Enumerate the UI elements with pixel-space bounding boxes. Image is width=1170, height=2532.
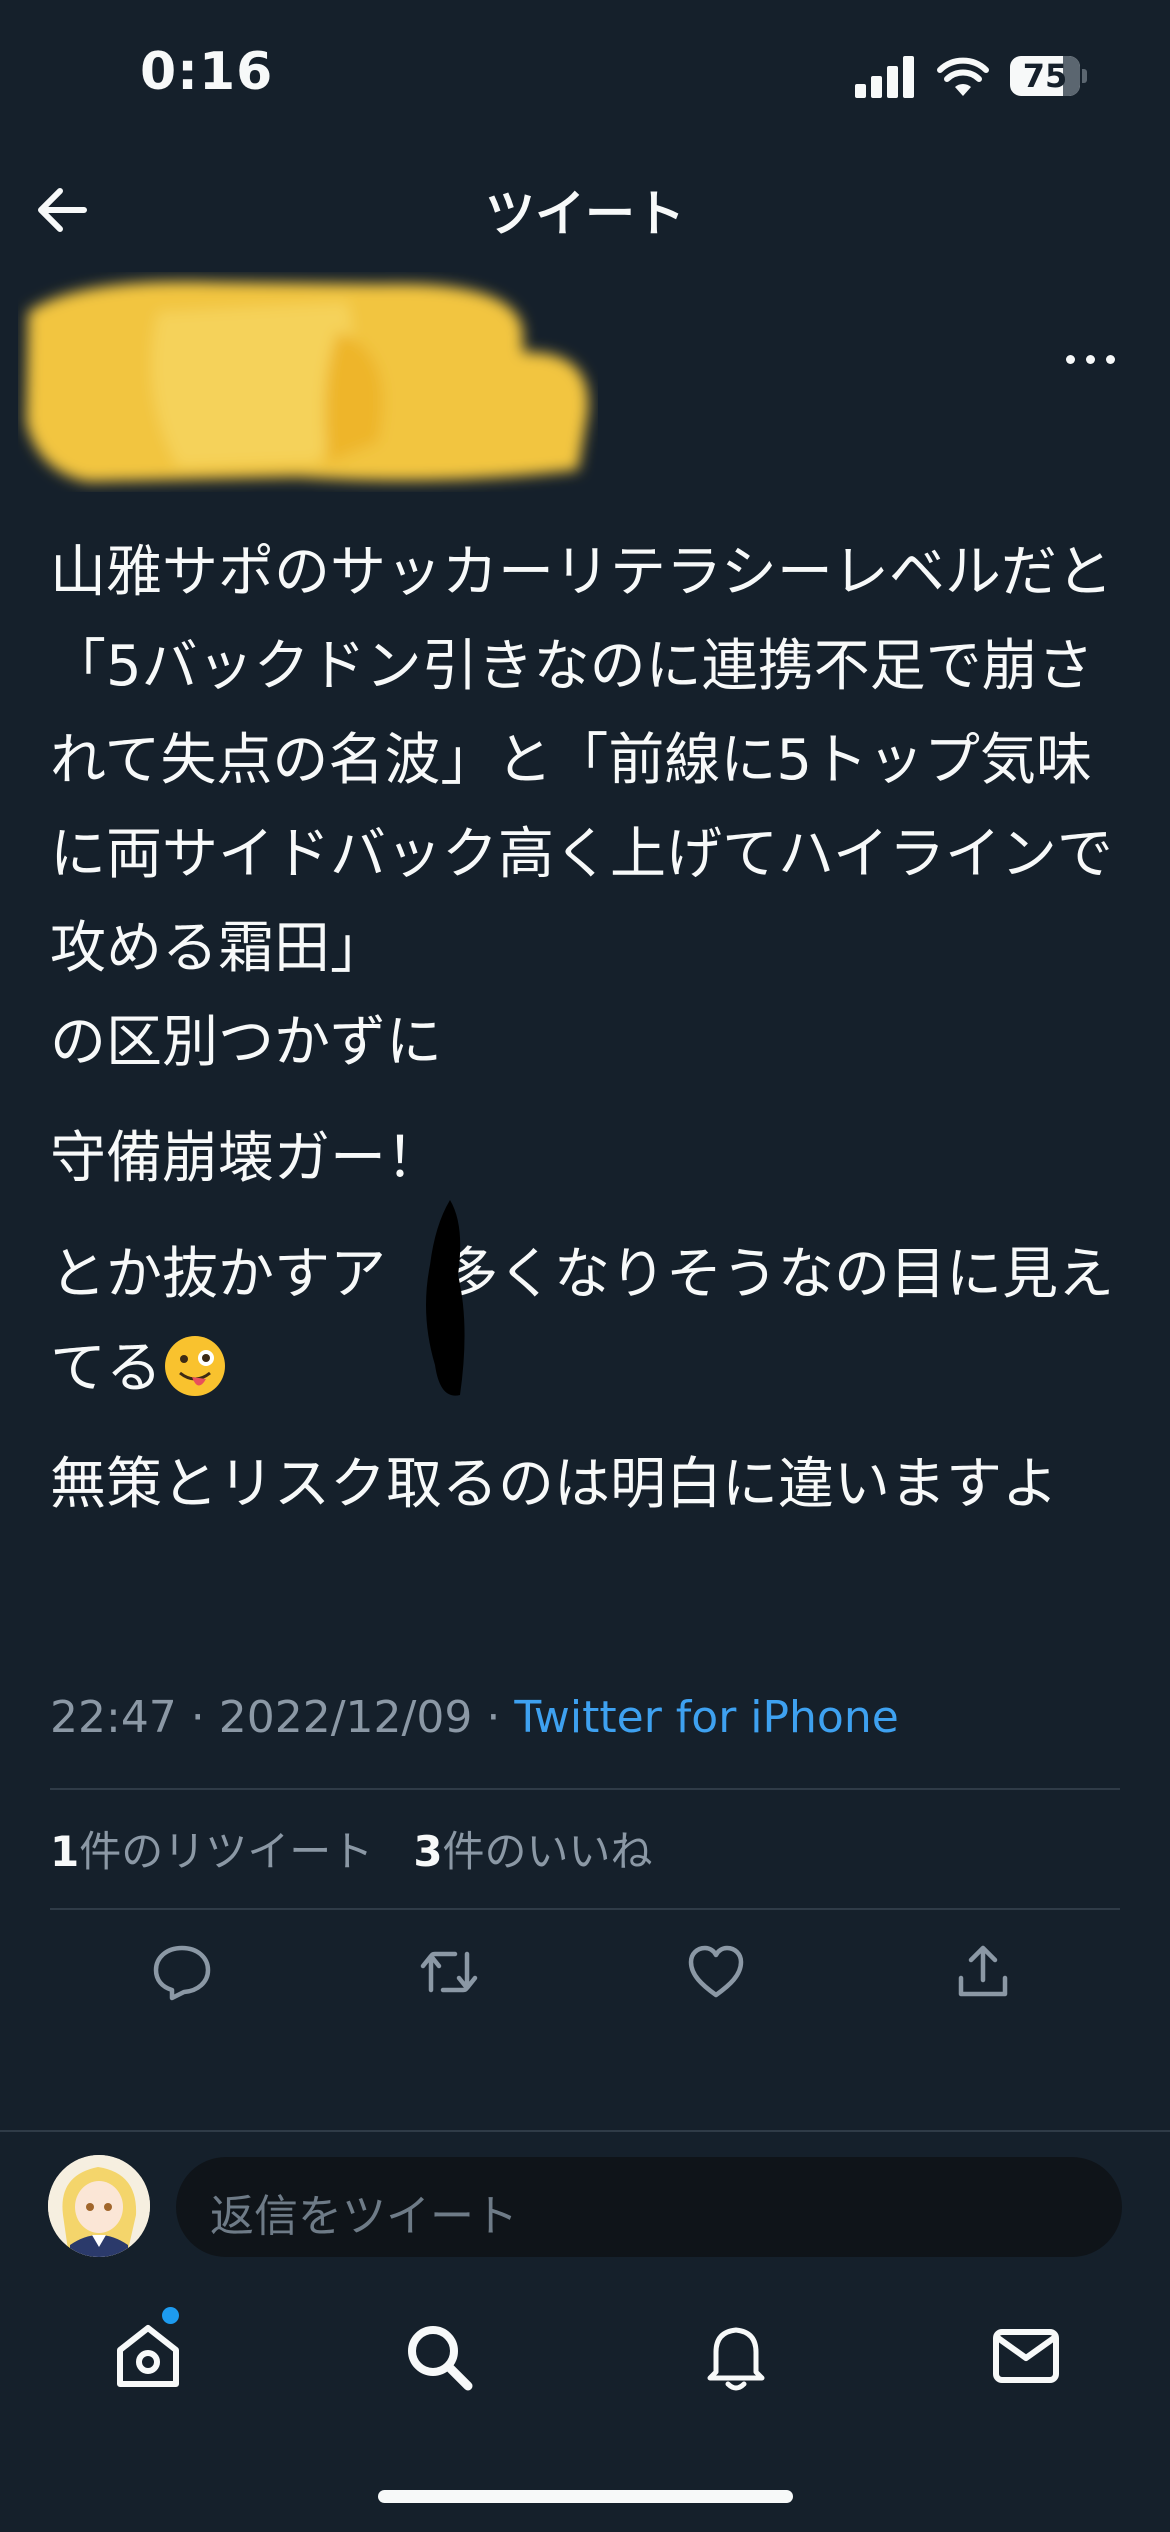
avatar-illustration: [48, 2155, 150, 2257]
retweet-count[interactable]: 1: [50, 1827, 79, 1876]
wifi-icon: [937, 57, 989, 96]
scribble-redaction: [426, 1200, 465, 1396]
retweet-label[interactable]: 件のリツイート: [79, 1827, 373, 1876]
tweet-paragraph: 守備崩壊ガー！: [50, 1126, 442, 1191]
home-icon[interactable]: [110, 2318, 186, 2394]
tweet-paragraph-with-emoji: とか抜かすア 多くなりそうなの目に見えてる: [50, 1228, 1120, 1416]
heart-icon[interactable]: [684, 1940, 748, 2004]
timestamp-text: 22:47 · 2022/12/09 ·: [50, 1692, 515, 1743]
winking-tongue-emoji-icon: [165, 1336, 225, 1396]
divider: [50, 1788, 1120, 1790]
search-icon[interactable]: [400, 2318, 476, 2394]
tweet-timestamp: 22:47 · 2022/12/09 · Twitter for iPhone: [50, 1692, 899, 1743]
divider: [0, 2130, 1170, 2132]
page-title: ツイート: [485, 185, 685, 243]
redacted-author: [26, 281, 589, 482]
tweet-text: 山雅サポのサッカーリテラシーレベルだと「5バックドン引きなのに連携不足で崩されて…: [50, 526, 1120, 1532]
battery-icon: 75: [1010, 56, 1088, 96]
tweet-paragraph: 無策とリスク取るのは明白に違いますよ: [50, 1452, 1058, 1517]
retweet-icon[interactable]: [417, 1940, 481, 2004]
notification-dot: [162, 2307, 179, 2324]
reply-placeholder: 返信をツイート: [210, 2191, 518, 2242]
more-dots-icon[interactable]: [1060, 340, 1120, 380]
divider: [50, 1908, 1120, 1910]
like-label[interactable]: 件のいいね: [443, 1827, 653, 1876]
comment-icon[interactable]: [150, 1940, 214, 2004]
status-bar: 0:16 75: [0, 0, 1170, 150]
tweet-paragraph: 山雅サポのサッカーリテラシーレベルだと「5バックドン引きなのに連携不足で崩されて…: [50, 540, 1113, 981]
engagement-counts: 1件のリツイート 3件のいいね: [50, 1818, 653, 1879]
mail-icon[interactable]: [988, 2318, 1064, 2394]
battery-level: 75: [1022, 57, 1068, 95]
cellular-signal-icon: [855, 56, 914, 98]
tweet-paragraph: の区別つかずに: [50, 1010, 442, 1075]
avatar[interactable]: [48, 2155, 150, 2257]
like-count[interactable]: 3: [413, 1827, 442, 1876]
share-icon[interactable]: [951, 1940, 1015, 2004]
home-indicator[interactable]: [378, 2490, 793, 2503]
bell-icon[interactable]: [698, 2318, 774, 2394]
source-link[interactable]: Twitter for iPhone: [514, 1692, 898, 1743]
status-time: 0:16: [140, 42, 274, 102]
